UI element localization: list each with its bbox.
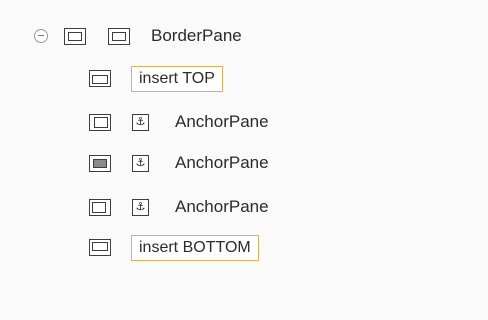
insert-bottom-placeholder[interactable]: insert BOTTOM	[131, 235, 259, 261]
tree-node-right-region[interactable]: ⚓ AnchorPane	[0, 193, 488, 223]
collapse-icon[interactable]	[34, 29, 48, 43]
tree-node-borderpane[interactable]: BorderPane	[0, 22, 488, 52]
anchor-icon: ⚓	[132, 199, 149, 216]
anchor-icon: ⚓	[132, 155, 149, 172]
tree-node-left-region[interactable]: ⚓ AnchorPane	[0, 108, 488, 138]
border-left-region-icon	[89, 114, 111, 131]
border-center-region-icon	[89, 155, 111, 172]
tree-node-top-region[interactable]: insert TOP	[0, 64, 488, 94]
borderpane-structure-icon	[64, 28, 86, 45]
tree-node-label: BorderPane	[151, 26, 242, 45]
border-top-region-icon	[89, 70, 111, 87]
insert-top-placeholder[interactable]: insert TOP	[131, 66, 223, 92]
tree-node-center-region[interactable]: ⚓ AnchorPane	[0, 149, 488, 179]
border-bottom-region-icon	[89, 239, 111, 256]
anchor-icon: ⚓	[132, 114, 149, 131]
hierarchy-tree: BorderPane insert TOP ⚓ AnchorPane ⚓ Anc…	[0, 0, 488, 320]
tree-node-bottom-region[interactable]: insert BOTTOM	[0, 233, 488, 263]
border-right-region-icon	[89, 199, 111, 216]
tree-node-label: AnchorPane	[175, 153, 269, 172]
tree-node-label: AnchorPane	[175, 197, 269, 216]
tree-node-label: AnchorPane	[175, 112, 269, 131]
borderpane-type-icon	[108, 28, 130, 45]
